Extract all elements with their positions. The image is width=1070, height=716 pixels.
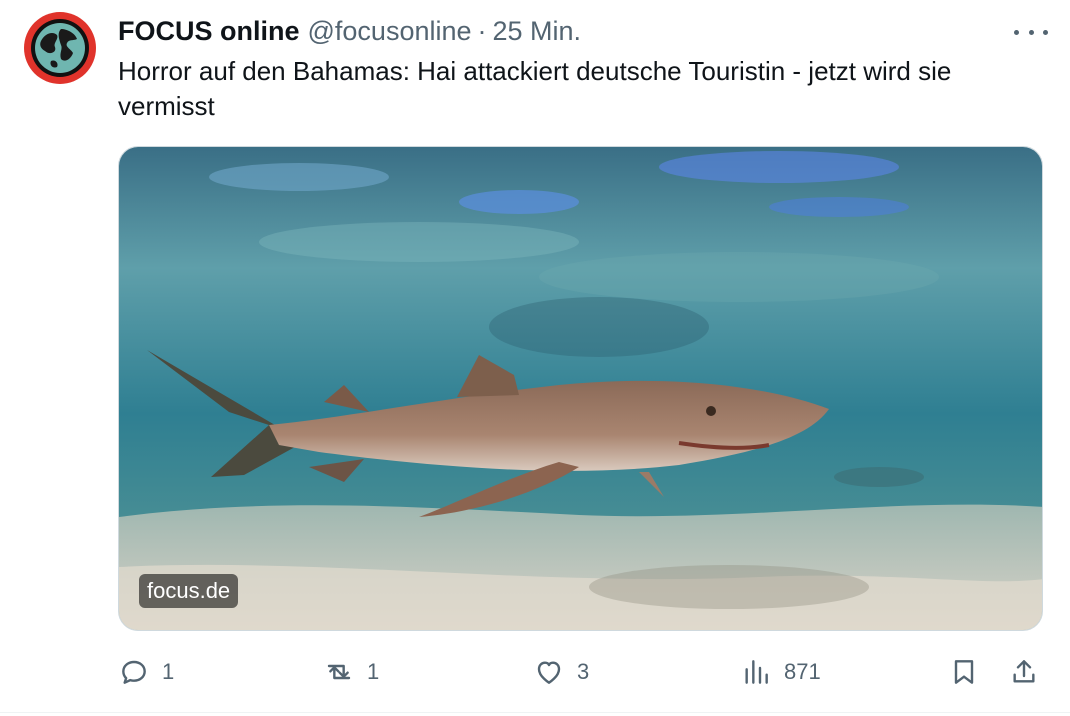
author-name[interactable]: FOCUS online xyxy=(118,16,300,47)
tweet-header: FOCUS online @focusonline · 25 Min. xyxy=(118,14,581,48)
repost-count: 1 xyxy=(367,659,380,684)
views-count: 871 xyxy=(784,659,821,684)
share-button[interactable] xyxy=(1008,652,1040,692)
timestamp[interactable]: 25 Min. xyxy=(493,16,582,47)
views-icon xyxy=(745,660,768,684)
reply-icon xyxy=(122,660,146,684)
media-image[interactable]: focus.de xyxy=(118,146,1043,631)
repost-icon xyxy=(327,664,351,680)
source-label[interactable]: focus.de xyxy=(139,574,239,608)
divider xyxy=(0,712,1070,713)
globe-logo xyxy=(31,19,89,77)
more-button[interactable] xyxy=(1014,22,1048,42)
reply-button[interactable]: 1 xyxy=(118,652,174,692)
bookmark-button[interactable] xyxy=(948,652,980,692)
reply-count: 1 xyxy=(162,659,175,684)
like-button[interactable]: 3 xyxy=(533,652,589,692)
views-button[interactable]: 871 xyxy=(740,652,821,692)
avatar[interactable] xyxy=(24,12,96,84)
heart-icon xyxy=(537,661,561,684)
author-handle[interactable]: @focusonline xyxy=(308,16,472,47)
repost-button[interactable]: 1 xyxy=(323,652,379,692)
more-icon xyxy=(1014,29,1019,35)
share-icon xyxy=(1013,660,1035,683)
shark-photo xyxy=(119,147,1042,630)
more-icon-dot xyxy=(1043,29,1048,35)
action-bar: 1 1 3 871 xyxy=(118,652,1043,692)
more-icon-dot xyxy=(1028,29,1034,35)
separator: · xyxy=(477,15,487,46)
tweet-text: Horror auf den Bahamas: Hai attackiert d… xyxy=(118,56,952,121)
bookmark-icon xyxy=(954,660,974,684)
like-count: 3 xyxy=(577,659,590,684)
tweet[interactable]: FOCUS online @focusonline · 25 Min. Horr… xyxy=(0,0,1070,716)
